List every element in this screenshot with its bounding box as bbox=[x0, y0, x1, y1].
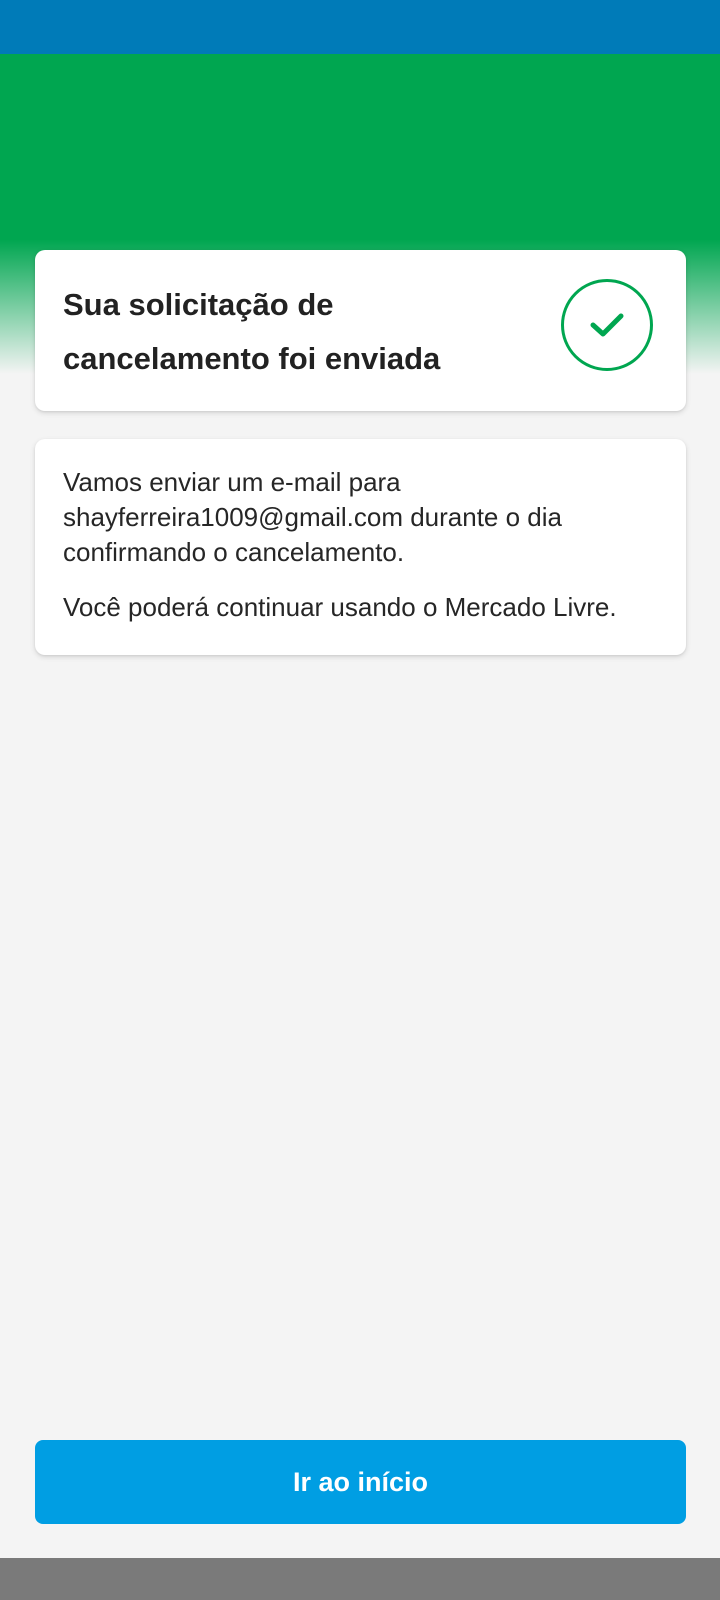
go-home-button[interactable]: Ir ao início bbox=[35, 1440, 686, 1524]
status-bar bbox=[0, 0, 720, 54]
confirmation-title: Sua solicitação de cancelamento foi envi… bbox=[63, 287, 441, 376]
confirmation-card: Sua solicitação de cancelamento foi envi… bbox=[35, 250, 686, 411]
info-card: Vamos enviar um e-mail para shayferreira… bbox=[35, 439, 686, 655]
success-badge bbox=[561, 279, 653, 371]
email-message: Vamos enviar um e-mail para shayferreira… bbox=[63, 467, 562, 567]
continue-message: Você poderá continuar usando o Mercado L… bbox=[63, 592, 617, 622]
check-icon bbox=[590, 313, 624, 337]
navigation-bar bbox=[0, 1558, 720, 1600]
